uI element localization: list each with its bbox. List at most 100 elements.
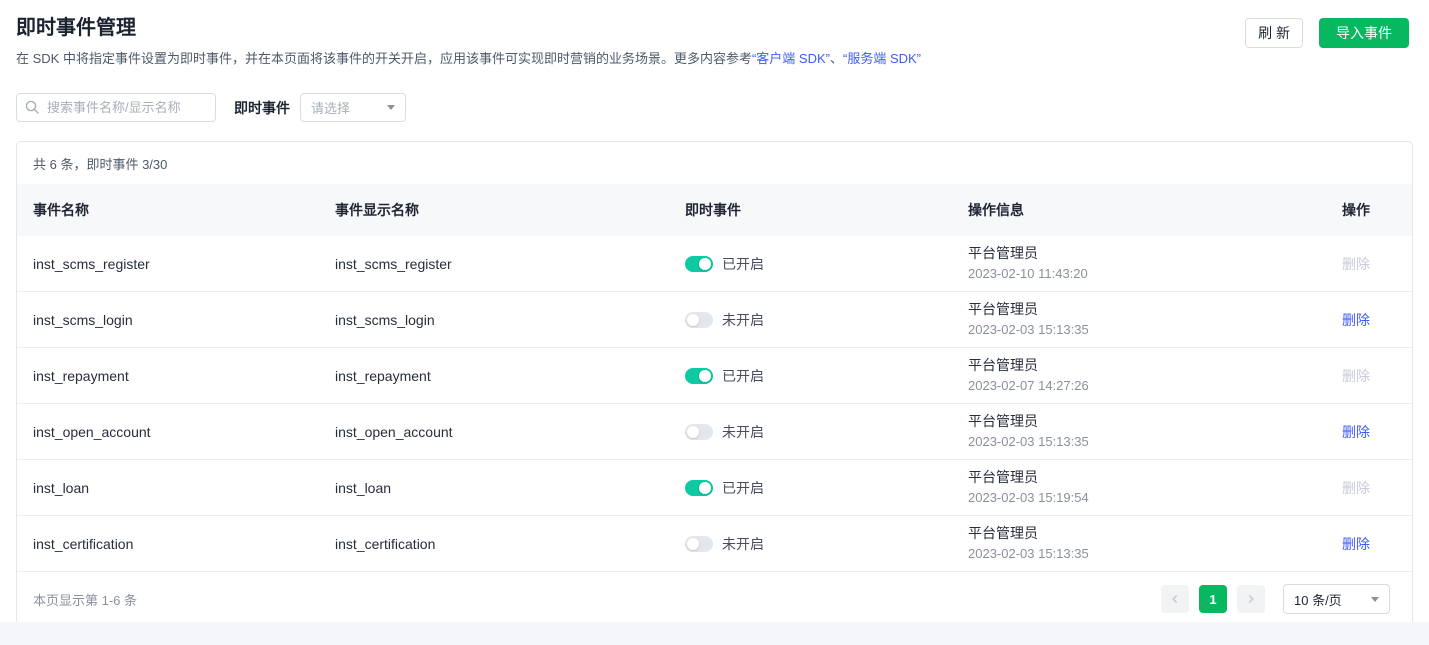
pagination: 1 10 条/页 — [1151, 584, 1390, 614]
toggle-knob — [687, 313, 699, 326]
column-header-event-name: 事件名称 — [33, 202, 89, 218]
event-display-name: inst_repayment — [335, 367, 431, 384]
toggle-knob — [699, 481, 711, 494]
toggle-knob — [687, 425, 699, 438]
search-icon — [25, 100, 39, 114]
event-name: inst_loan — [33, 479, 90, 496]
operation-time: 2023-02-10 11:43:20 — [968, 266, 1088, 281]
operator-name: 平台管理员 — [968, 525, 1038, 541]
event-name: inst_certification — [33, 535, 134, 552]
table-footer: 本页显示第 1-6 条 1 10 条/页 — [17, 572, 1412, 626]
column-header-operation-info: 操作信息 — [968, 202, 1024, 218]
instant-event-toggle[interactable] — [685, 535, 713, 552]
operation-time: 2023-02-03 15:13:35 — [968, 434, 1089, 449]
event-name: inst_open_account — [33, 423, 151, 440]
toggle-knob — [687, 537, 699, 550]
table-row: inst_scms_register inst_scms_register 已开… — [17, 236, 1412, 292]
toggle-knob — [699, 257, 711, 270]
delete-link[interactable]: 删除 — [1342, 480, 1370, 496]
operator-name: 平台管理员 — [968, 469, 1038, 485]
table-row: inst_loan inst_loan 已开启 平台管理员 2023-02-03… — [17, 460, 1412, 516]
instant-event-toggle[interactable] — [685, 367, 713, 384]
operator-name: 平台管理员 — [968, 413, 1038, 429]
table-row: inst_scms_login inst_scms_login 未开启 平台管理… — [17, 292, 1412, 348]
operation-info: 平台管理员 2023-02-03 15:19:54 — [968, 467, 1316, 508]
operation-info: 平台管理员 2023-02-03 15:13:35 — [968, 299, 1316, 340]
event-display-name: inst_loan — [335, 479, 392, 496]
chevron-right-icon — [1249, 595, 1254, 603]
page-size-select[interactable]: 10 条/页 — [1283, 584, 1390, 614]
toggle-knob — [699, 369, 711, 382]
operation-info: 平台管理员 2023-02-03 15:13:35 — [968, 411, 1316, 452]
instant-event-toggle[interactable] — [685, 311, 713, 328]
event-display-name: inst_open_account — [335, 423, 453, 440]
toggle-state-label: 未开启 — [722, 423, 764, 440]
pagination-range-text: 本页显示第 1-6 条 — [33, 592, 138, 608]
prev-page-button[interactable] — [1161, 585, 1189, 613]
event-name: inst_scms_register — [33, 255, 150, 272]
instant-event-toggle[interactable] — [685, 479, 713, 496]
column-header-display-name: 事件显示名称 — [335, 202, 419, 218]
instant-event-filter-label: 即时事件 — [234, 99, 290, 116]
event-name: inst_scms_login — [33, 311, 133, 328]
operation-info: 平台管理员 2023-02-10 11:43:20 — [968, 243, 1316, 284]
table-row: inst_certification inst_certification 未开… — [17, 516, 1412, 572]
event-display-name: inst_certification — [335, 535, 436, 552]
table-summary-bar: 共 6 条，即时事件 3/30 — [17, 142, 1412, 184]
operation-time: 2023-02-07 14:27:26 — [968, 378, 1089, 393]
chevron-down-icon — [387, 105, 395, 110]
table-header-row: 事件名称 事件显示名称 即时事件 操作信息 操作 — [17, 184, 1412, 236]
operation-info: 平台管理员 2023-02-07 14:27:26 — [968, 355, 1316, 396]
search-input[interactable] — [16, 93, 216, 122]
event-display-name: inst_scms_login — [335, 311, 435, 328]
column-header-action: 操作 — [1342, 202, 1370, 218]
operator-name: 平台管理员 — [968, 301, 1038, 317]
operator-name: 平台管理员 — [968, 357, 1038, 373]
operator-name: 平台管理员 — [968, 245, 1038, 261]
toggle-state-label: 已开启 — [722, 255, 764, 272]
server-sdk-link[interactable]: “服务端 SDK” — [843, 51, 921, 66]
page-header: 即时事件管理 在 SDK 中将指定事件设置为即时事件，并在本页面将该事件的开关开… — [0, 0, 1429, 68]
chevron-left-icon — [1172, 595, 1177, 603]
next-page-button[interactable] — [1237, 585, 1265, 613]
header-actions: 刷 新 导入事件 — [1245, 18, 1409, 48]
import-event-button[interactable]: 导入事件 — [1319, 18, 1409, 48]
instant-event-toggle[interactable] — [685, 255, 713, 272]
search-box — [16, 93, 216, 122]
instant-event-toggle[interactable] — [685, 423, 713, 440]
page-1-button[interactable]: 1 — [1199, 585, 1227, 613]
operation-time: 2023-02-03 15:19:54 — [968, 490, 1089, 505]
page-title: 即时事件管理 — [16, 17, 136, 39]
event-name: inst_repayment — [33, 367, 129, 384]
delete-link[interactable]: 删除 — [1342, 368, 1370, 384]
toggle-state-label: 已开启 — [722, 479, 764, 496]
select-placeholder: 请选择 — [311, 101, 351, 116]
toggle-state-label: 已开启 — [722, 367, 764, 384]
delete-link[interactable]: 删除 — [1342, 424, 1370, 440]
table-summary: 共 6 条，即时事件 3/30 — [33, 157, 168, 172]
instant-event-select[interactable]: 请选择 — [300, 93, 406, 122]
filter-row: 即时事件 请选择 — [16, 93, 1413, 122]
table-row: inst_repayment inst_repayment 已开启 平台管理员 … — [17, 348, 1412, 404]
subtitle-text: 在 SDK 中将指定事件设置为即时事件，并在本页面将该事件的开关开启，应用该事件… — [16, 51, 752, 66]
column-header-instant-event: 即时事件 — [685, 202, 741, 218]
delete-link[interactable]: 删除 — [1342, 536, 1370, 552]
toggle-state-label: 未开启 — [722, 311, 764, 328]
page-size-value: 10 条/页 — [1294, 592, 1342, 608]
operation-info: 平台管理员 2023-02-03 15:13:35 — [968, 523, 1316, 564]
table-row: inst_open_account inst_open_account 未开启 … — [17, 404, 1412, 460]
events-table-card: 共 6 条，即时事件 3/30 事件名称 事件显示名称 即时事件 操作信息 操作… — [16, 141, 1413, 627]
refresh-button[interactable]: 刷 新 — [1245, 18, 1303, 48]
chevron-down-icon — [1371, 596, 1379, 602]
page-subtitle: 在 SDK 中将指定事件设置为即时事件，并在本页面将该事件的开关开启，应用该事件… — [16, 50, 921, 68]
toggle-state-label: 未开启 — [722, 535, 764, 552]
page-header-left: 即时事件管理 在 SDK 中将指定事件设置为即时事件，并在本页面将该事件的开关开… — [16, 14, 921, 68]
delete-link[interactable]: 删除 — [1342, 256, 1370, 272]
operation-time: 2023-02-03 15:13:35 — [968, 322, 1089, 337]
operation-time: 2023-02-03 15:13:35 — [968, 546, 1089, 561]
client-sdk-link[interactable]: “客户端 SDK” — [752, 51, 830, 66]
delete-link[interactable]: 删除 — [1342, 312, 1370, 328]
event-display-name: inst_scms_register — [335, 255, 452, 272]
subtitle-separator: 、 — [829, 51, 843, 66]
footer-strip — [0, 622, 1429, 645]
